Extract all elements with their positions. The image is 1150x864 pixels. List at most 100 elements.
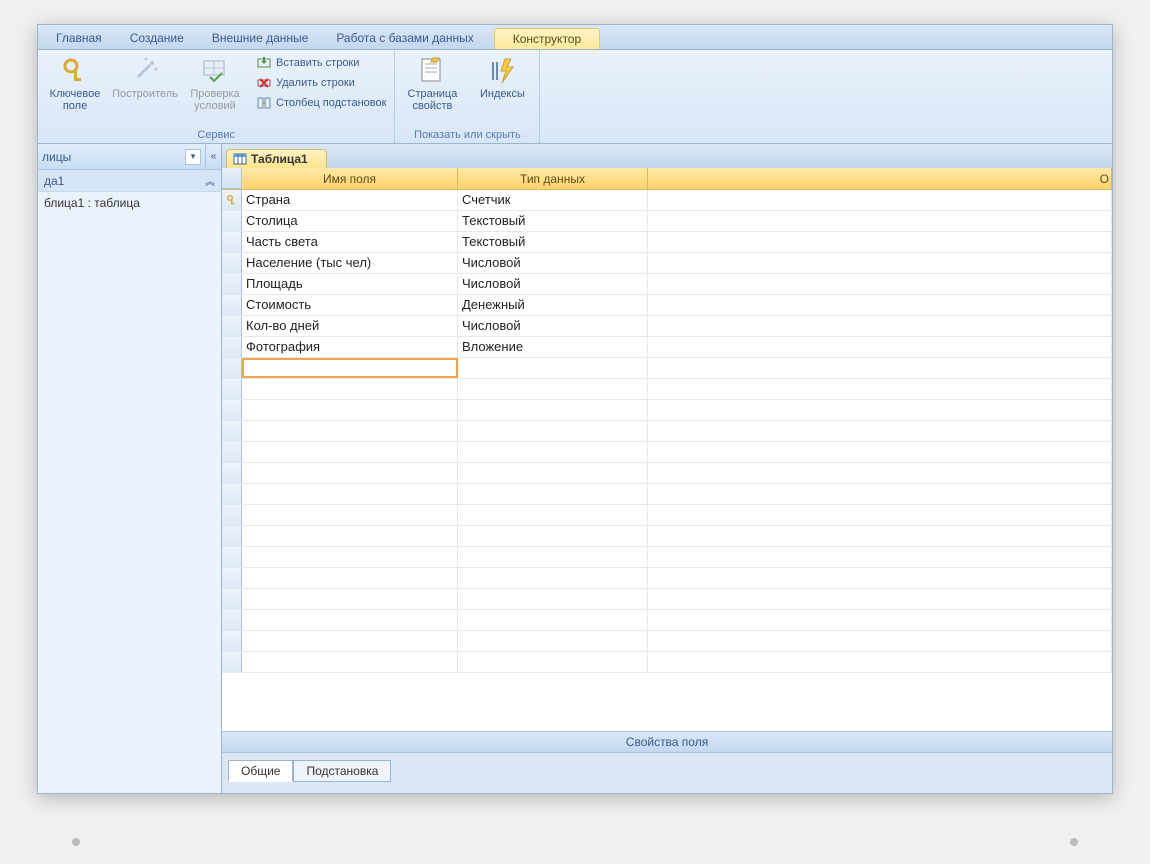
table-row[interactable]: СтоимостьДенежный	[222, 295, 1112, 316]
table-row[interactable]	[222, 568, 1112, 589]
prop-tab-general[interactable]: Общие	[228, 760, 293, 782]
field-name-cell[interactable]: Страна	[242, 190, 458, 210]
description-cell[interactable]	[648, 526, 1112, 546]
property-sheet-button[interactable]: Страница свойств	[399, 52, 465, 114]
description-cell[interactable]	[648, 505, 1112, 525]
data-type-cell[interactable]	[458, 652, 648, 672]
row-selector[interactable]	[222, 463, 242, 483]
col-header-description[interactable]: О	[648, 168, 1112, 189]
table-row[interactable]: ФотографияВложение	[222, 337, 1112, 358]
description-cell[interactable]	[648, 652, 1112, 672]
field-name-cell[interactable]: Стоимость	[242, 295, 458, 315]
table-row[interactable]	[222, 652, 1112, 673]
description-cell[interactable]	[648, 568, 1112, 588]
table-row[interactable]	[222, 526, 1112, 547]
data-type-cell[interactable]	[458, 358, 648, 378]
data-type-cell[interactable]: Текстовый	[458, 211, 648, 231]
table-row[interactable]	[222, 505, 1112, 526]
row-selector[interactable]	[222, 421, 242, 441]
lookup-column-button[interactable]: Столбец подстановок	[252, 94, 390, 112]
prop-tab-lookup[interactable]: Подстановка	[293, 760, 391, 782]
row-selector[interactable]	[222, 274, 242, 294]
nav-category-header[interactable]: лицы ▾	[38, 144, 205, 170]
row-selector[interactable]	[222, 631, 242, 651]
chevron-down-icon[interactable]: ▾	[185, 149, 201, 165]
table-row[interactable]	[222, 379, 1112, 400]
row-selector[interactable]	[222, 610, 242, 630]
primary-key-indicator-icon[interactable]	[222, 190, 242, 210]
data-type-cell[interactable]	[458, 400, 648, 420]
data-type-cell[interactable]	[458, 589, 648, 609]
field-name-cell[interactable]: Часть света	[242, 232, 458, 252]
description-cell[interactable]	[648, 295, 1112, 315]
field-name-cell[interactable]	[242, 505, 458, 525]
indexes-button[interactable]: Индексы	[469, 52, 535, 102]
row-selector[interactable]	[222, 232, 242, 252]
field-name-cell[interactable]	[242, 442, 458, 462]
description-cell[interactable]	[648, 547, 1112, 567]
nav-item-table1[interactable]: блица1 : таблица	[38, 192, 221, 214]
row-selector[interactable]	[222, 484, 242, 504]
data-type-cell[interactable]: Вложение	[458, 337, 648, 357]
tab-database-tools[interactable]: Работа с базами данных	[322, 27, 487, 49]
data-type-cell[interactable]	[458, 484, 648, 504]
description-cell[interactable]	[648, 316, 1112, 336]
row-selector[interactable]	[222, 568, 242, 588]
row-selector[interactable]	[222, 526, 242, 546]
data-type-cell[interactable]: Числовой	[458, 316, 648, 336]
test-validation-button[interactable]: Проверка условий	[182, 52, 248, 114]
description-cell[interactable]	[648, 190, 1112, 210]
field-name-cell[interactable]	[242, 379, 458, 399]
description-cell[interactable]	[648, 610, 1112, 630]
field-name-cell[interactable]	[242, 421, 458, 441]
description-cell[interactable]	[648, 211, 1112, 231]
doc-tab-table1[interactable]: Таблица1	[226, 149, 327, 168]
row-selector[interactable]	[222, 295, 242, 315]
data-type-cell[interactable]	[458, 421, 648, 441]
field-name-cell[interactable]	[242, 547, 458, 567]
field-name-cell[interactable]	[242, 463, 458, 483]
insert-rows-button[interactable]: Вставить строки	[252, 54, 390, 72]
row-selector[interactable]	[222, 652, 242, 672]
table-row[interactable]: Часть светаТекстовый	[222, 232, 1112, 253]
primary-key-button[interactable]: Ключевое поле	[42, 52, 108, 114]
data-type-cell[interactable]: Числовой	[458, 274, 648, 294]
select-all-cell[interactable]	[222, 168, 242, 189]
description-cell[interactable]	[648, 358, 1112, 378]
table-row[interactable]	[222, 400, 1112, 421]
row-selector[interactable]	[222, 442, 242, 462]
description-cell[interactable]	[648, 253, 1112, 273]
tab-create[interactable]: Создание	[116, 27, 198, 49]
table-row[interactable]	[222, 484, 1112, 505]
description-cell[interactable]	[648, 631, 1112, 651]
description-cell[interactable]	[648, 589, 1112, 609]
description-cell[interactable]	[648, 463, 1112, 483]
field-name-cell[interactable]	[242, 589, 458, 609]
description-cell[interactable]	[648, 400, 1112, 420]
data-type-cell[interactable]: Денежный	[458, 295, 648, 315]
row-selector[interactable]	[222, 400, 242, 420]
field-name-cell[interactable]	[242, 358, 458, 378]
data-type-cell[interactable]	[458, 526, 648, 546]
field-name-cell[interactable]	[242, 610, 458, 630]
description-cell[interactable]	[648, 274, 1112, 294]
field-name-cell[interactable]	[242, 631, 458, 651]
tab-design[interactable]: Конструктор	[494, 28, 600, 49]
description-cell[interactable]	[648, 484, 1112, 504]
table-row[interactable]	[222, 463, 1112, 484]
row-selector[interactable]	[222, 547, 242, 567]
field-name-cell[interactable]	[242, 568, 458, 588]
delete-rows-button[interactable]: Удалить строки	[252, 74, 390, 92]
col-header-datatype[interactable]: Тип данных	[458, 168, 648, 189]
data-type-cell[interactable]	[458, 379, 648, 399]
field-name-cell[interactable]	[242, 526, 458, 546]
description-cell[interactable]	[648, 232, 1112, 252]
table-row[interactable]	[222, 442, 1112, 463]
table-row[interactable]	[222, 631, 1112, 652]
builder-button[interactable]: Построитель	[112, 52, 178, 102]
description-cell[interactable]	[648, 379, 1112, 399]
nav-collapse-button[interactable]: «	[205, 144, 221, 170]
table-row[interactable]: ПлощадьЧисловой	[222, 274, 1112, 295]
table-row[interactable]	[222, 610, 1112, 631]
description-cell[interactable]	[648, 442, 1112, 462]
